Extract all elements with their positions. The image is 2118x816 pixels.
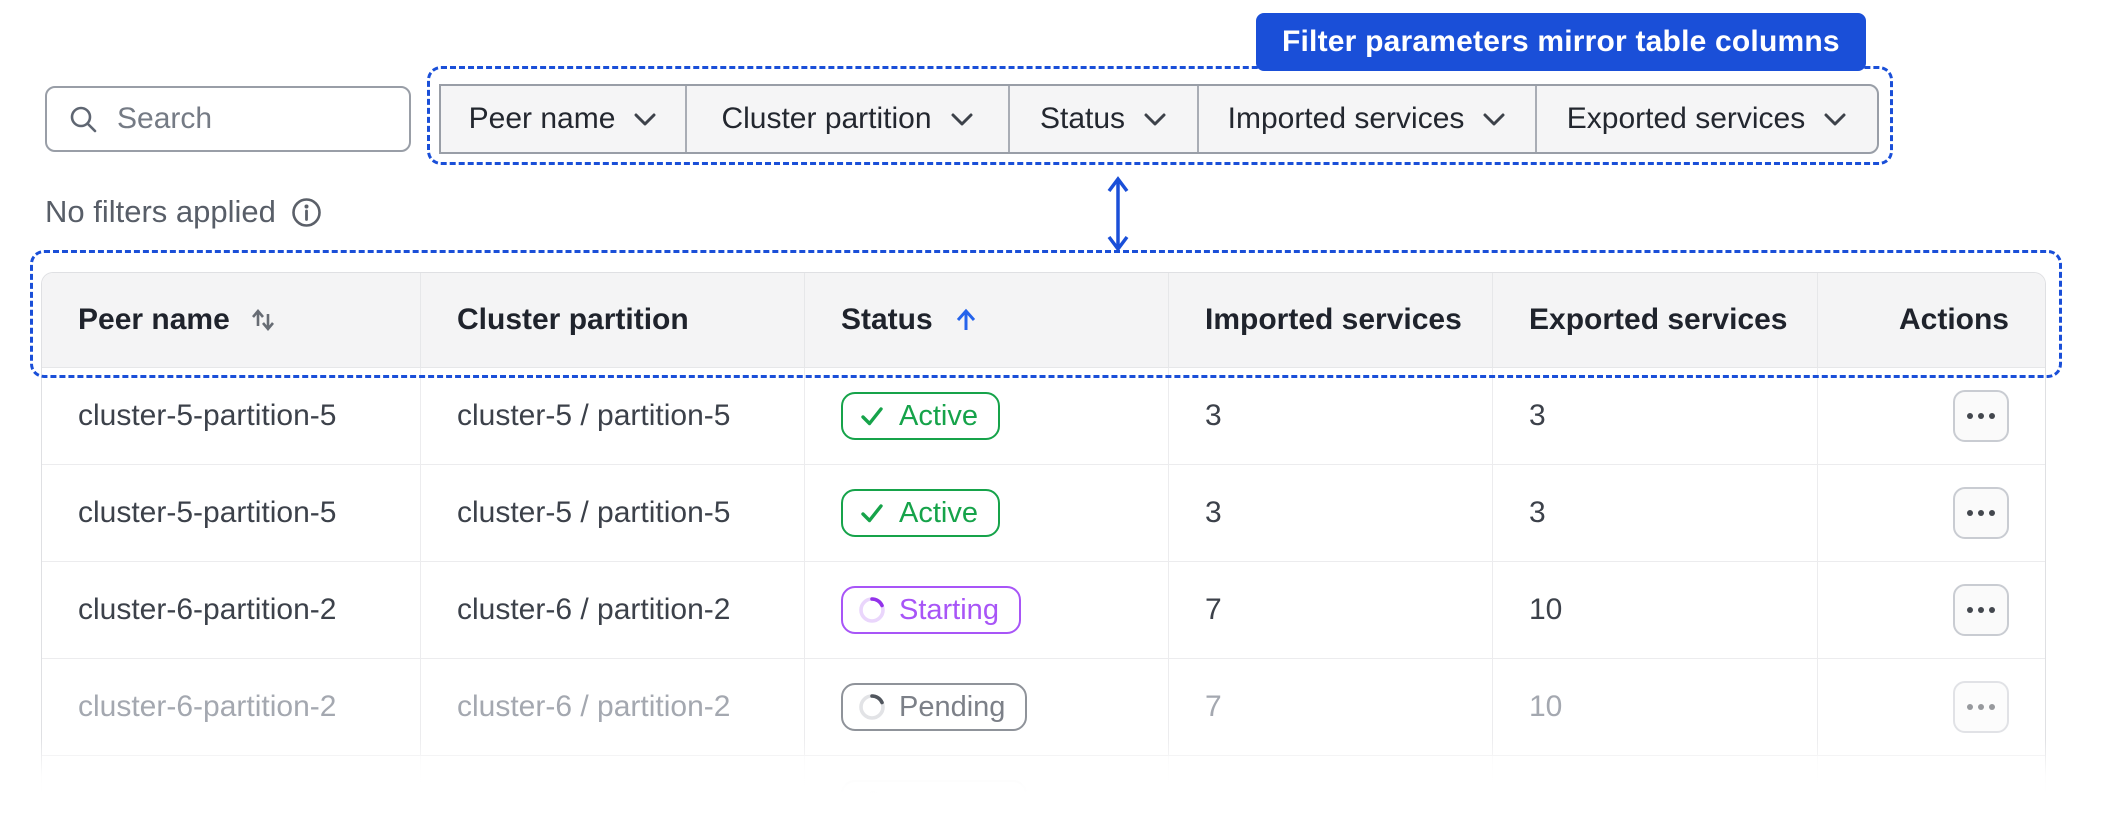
row-actions-button[interactable] — [1953, 390, 2009, 442]
search-input[interactable] — [115, 101, 369, 137]
row-actions-button[interactable] — [1953, 487, 2009, 539]
cell-exported-services: 10 — [1493, 562, 1818, 659]
check-icon — [861, 504, 883, 523]
cell-imported-services: 3 — [1169, 465, 1493, 562]
status-badge: Starting — [841, 586, 1021, 634]
cell-exported-services: 10 — [1493, 659, 1818, 756]
table-row: cluster-6-partition-2 cluster-6 / partit… — [42, 562, 2045, 659]
check-icon — [861, 407, 883, 426]
table-row: cluster-6-partition-2 cluster-6 / partit… — [42, 659, 2045, 756]
table-header-annotation-outline — [30, 250, 2062, 378]
status-badge-label: Pending — [899, 690, 1006, 723]
filters-annotation-outline — [427, 66, 1893, 165]
status-badge: Active — [841, 489, 1000, 537]
status-badge: Active — [841, 392, 1000, 440]
cell-peer-name: cluster-6-partition-2 — [42, 562, 421, 659]
cell-actions — [1818, 562, 2045, 659]
cell-peer-name: cluster-6-partition-2 — [42, 756, 421, 816]
cell-actions — [1818, 368, 2045, 465]
table-row: cluster-5-partition-5 cluster-5 / partit… — [42, 465, 2045, 562]
callout-banner-label: Filter parameters mirror table columns — [1282, 25, 1840, 58]
filters-status-line: No filters applied — [45, 194, 323, 230]
cell-status: Starting — [805, 562, 1169, 659]
cell-exported-services — [1493, 756, 1818, 816]
status-badge-label: Pending — [899, 787, 1006, 816]
status-badge: Pending — [841, 683, 1028, 731]
cell-imported-services: 3 — [1169, 368, 1493, 465]
peers-table-page: Filter parameters mirror table columns P… — [0, 0, 2118, 816]
search-box[interactable] — [45, 86, 411, 152]
cell-actions — [1818, 659, 2045, 756]
cell-exported-services: 3 — [1493, 368, 1818, 465]
status-badge-label: Active — [899, 496, 978, 529]
cell-cluster-partition: cluster-6 / partition-2 — [421, 659, 805, 756]
double-arrow-icon — [1107, 176, 1129, 252]
info-icon[interactable] — [290, 196, 323, 229]
cell-actions — [1818, 465, 2045, 562]
table-row-ghost: cluster-6-partition-2 cluster-6 / partit… — [42, 756, 2045, 816]
row-actions-button[interactable] — [1953, 584, 2009, 636]
cell-actions — [1818, 756, 2045, 816]
cell-peer-name: cluster-5-partition-5 — [42, 465, 421, 562]
cell-status: Pending — [805, 756, 1169, 816]
filters-status-text: No filters applied — [45, 194, 276, 229]
spinner-icon — [859, 694, 885, 720]
table-row: cluster-5-partition-5 cluster-5 / partit… — [42, 368, 2045, 465]
callout-banner: Filter parameters mirror table columns — [1256, 13, 1866, 71]
cell-imported-services: 7 — [1169, 659, 1493, 756]
status-badge-label: Starting — [899, 593, 999, 626]
status-badge-label: Active — [899, 399, 978, 432]
spinner-icon — [859, 791, 885, 816]
row-actions-button[interactable] — [1953, 681, 2009, 733]
search-icon — [70, 106, 97, 133]
cell-cluster-partition: cluster-5 / partition-5 — [421, 465, 805, 562]
cell-imported-services — [1169, 756, 1493, 816]
cell-exported-services: 3 — [1493, 465, 1818, 562]
cell-status: Pending — [805, 659, 1169, 756]
spinner-icon — [859, 597, 885, 623]
status-badge: Pending — [841, 780, 1028, 816]
cell-status: Active — [805, 368, 1169, 465]
cell-imported-services: 7 — [1169, 562, 1493, 659]
cell-peer-name: cluster-5-partition-5 — [42, 368, 421, 465]
cell-peer-name: cluster-6-partition-2 — [42, 659, 421, 756]
cell-cluster-partition: cluster-6 / partition-2 — [421, 756, 805, 816]
cell-cluster-partition: cluster-5 / partition-5 — [421, 368, 805, 465]
cell-cluster-partition: cluster-6 / partition-2 — [421, 562, 805, 659]
cell-status: Active — [805, 465, 1169, 562]
